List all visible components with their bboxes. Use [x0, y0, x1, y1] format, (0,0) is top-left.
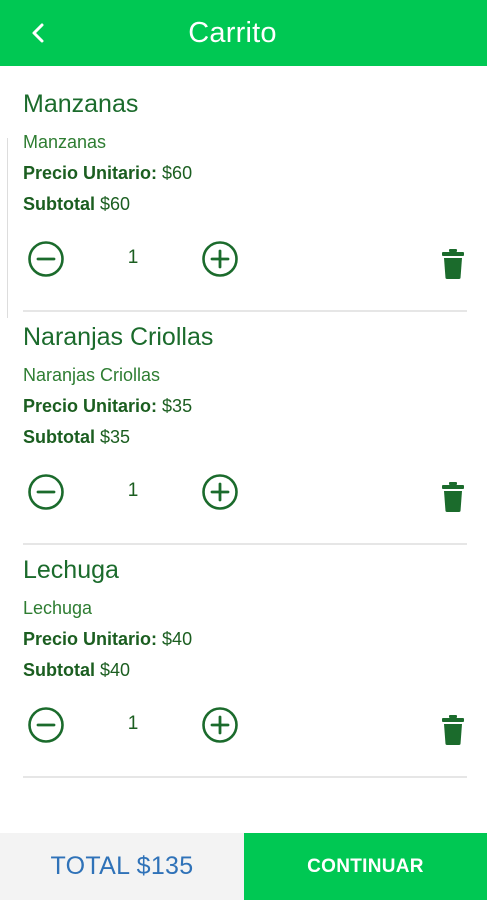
unit-price-value: $35	[162, 396, 193, 416]
cart-list: Manzanas Manzanas Precio Unitario: $60 S…	[0, 66, 487, 778]
delete-item-button[interactable]	[440, 714, 466, 746]
subtotal-label: Subtotal	[23, 194, 95, 214]
decrease-quantity-button[interactable]	[27, 473, 65, 511]
increase-quantity-button[interactable]	[201, 473, 239, 511]
trash-icon	[442, 249, 464, 279]
item-unit-price: Precio Unitario: $60	[23, 163, 192, 184]
continue-button[interactable]: CONTINUAR	[244, 833, 487, 900]
item-name: Naranjas Criollas	[23, 323, 214, 351]
subtotal-value: $60	[100, 194, 131, 214]
quantity-value: 1	[127, 247, 139, 268]
app-bar: Carrito	[0, 0, 487, 66]
trash-icon	[442, 482, 464, 512]
trash-icon	[442, 715, 464, 745]
minus-circle-icon	[28, 241, 64, 277]
unit-price-value: $60	[162, 163, 193, 183]
cart-item: Naranjas Criollas Naranjas Criollas Prec…	[0, 299, 487, 545]
subtotal-label: Subtotal	[23, 427, 95, 447]
item-name: Manzanas	[23, 90, 139, 118]
item-divider	[23, 776, 467, 778]
total-label: TOTAL $135	[50, 852, 194, 880]
quantity-value: 1	[127, 713, 139, 734]
item-description: Manzanas	[23, 132, 107, 152]
decrease-quantity-button[interactable]	[27, 706, 65, 744]
unit-price-value: $40	[162, 629, 193, 649]
subtotal-label: Subtotal	[23, 660, 95, 680]
increase-quantity-button[interactable]	[201, 706, 239, 744]
cart-item: Lechuga Lechuga Precio Unitario: $40 Sub…	[0, 532, 487, 778]
item-unit-price: Precio Unitario: $40	[23, 629, 192, 650]
item-subtotal: Subtotal $60	[23, 194, 130, 215]
subtotal-value: $40	[100, 660, 131, 680]
total-box: TOTAL $135	[0, 833, 244, 900]
item-subtotal: Subtotal $35	[23, 427, 130, 448]
delete-item-button[interactable]	[440, 481, 466, 513]
quantity-value: 1	[127, 480, 139, 501]
plus-circle-icon	[202, 241, 238, 277]
item-description: Naranjas Criollas	[23, 365, 161, 385]
minus-circle-icon	[28, 707, 64, 743]
delete-item-button[interactable]	[440, 248, 466, 280]
item-description: Lechuga	[23, 598, 93, 618]
unit-price-label: Precio Unitario:	[23, 396, 158, 416]
unit-price-label: Precio Unitario:	[23, 629, 158, 649]
item-subtotal: Subtotal $40	[23, 660, 130, 681]
minus-circle-icon	[28, 474, 64, 510]
subtotal-value: $35	[100, 427, 131, 447]
item-name: Lechuga	[23, 556, 119, 584]
plus-circle-icon	[202, 474, 238, 510]
cart-item: Manzanas Manzanas Precio Unitario: $60 S…	[0, 66, 487, 312]
plus-circle-icon	[202, 707, 238, 743]
continue-label: CONTINUAR	[307, 855, 424, 877]
item-unit-price: Precio Unitario: $35	[23, 396, 192, 417]
decrease-quantity-button[interactable]	[27, 240, 65, 278]
bottom-bar: TOTAL $135 CONTINUAR	[0, 833, 487, 900]
unit-price-label: Precio Unitario:	[23, 163, 158, 183]
increase-quantity-button[interactable]	[201, 240, 239, 278]
page-title: Carrito	[188, 17, 277, 49]
